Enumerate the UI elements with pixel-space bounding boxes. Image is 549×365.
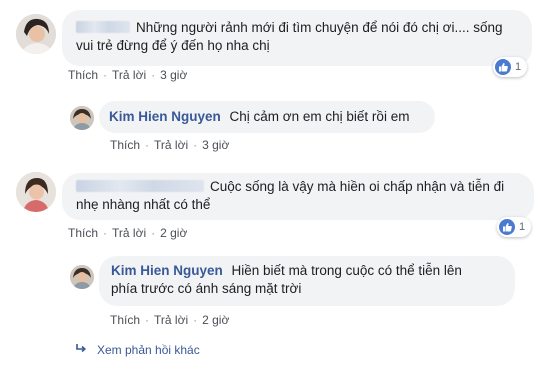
redacted-author-name <box>76 21 130 33</box>
comment-text-line2: vui trẻ đừng để ý đến họ nha chị <box>76 38 270 53</box>
timestamp[interactable]: 2 giờ <box>202 313 229 327</box>
like-link[interactable]: Thích <box>110 313 140 327</box>
like-link[interactable]: Thích <box>68 226 98 240</box>
comment-actions: Thích · Trả lời · 2 giờ <box>68 226 187 240</box>
like-link[interactable]: Thích <box>110 138 140 152</box>
comment-actions: Thích · Trả lời · 3 giờ <box>68 68 187 82</box>
avatar[interactable] <box>16 172 56 212</box>
reply-link[interactable]: Trả lời <box>112 226 146 240</box>
like-link[interactable]: Thích <box>68 68 98 82</box>
separator-dot: · <box>103 68 108 82</box>
reply-bubble: Kim Hien Nguyen Chị cảm ơn em chị biết r… <box>99 101 435 133</box>
reply-text: Chị cảm ơn em chị biết rồi em <box>229 109 410 124</box>
thumbs-up-icon <box>499 219 515 235</box>
reply-link[interactable]: Trả lời <box>154 138 188 152</box>
comment-text-line1: Những người rảnh mới đi tìm chuyện để nó… <box>136 20 503 35</box>
reply-actions: Thích · Trả lời · 3 giờ <box>110 138 229 152</box>
reaction-count-badge[interactable]: 1 <box>493 57 528 77</box>
separator-dot: · <box>145 138 150 152</box>
separator-dot: · <box>145 313 150 327</box>
reply-arrow-icon <box>75 342 87 357</box>
reaction-count: 1 <box>519 221 526 233</box>
reaction-count-badge[interactable]: 1 <box>497 217 532 237</box>
avatar[interactable] <box>70 265 94 289</box>
avatar[interactable] <box>16 14 56 54</box>
more-replies-link[interactable]: Xem phản hồi khác <box>75 342 200 357</box>
comment-text-line2: nhẹ nhàng nhất có thể <box>76 197 211 212</box>
reply-actions: Thích · Trả lời · 2 giờ <box>110 313 229 327</box>
reply-text-line1: Hiền biết mà trong cuộc có thể tiễn lên <box>231 263 462 278</box>
timestamp[interactable]: 3 giờ <box>160 68 187 82</box>
separator-dot: · <box>103 226 108 240</box>
timestamp[interactable]: 2 giờ <box>160 226 187 240</box>
more-replies-label[interactable]: Xem phản hồi khác <box>97 343 200 357</box>
reply-bubble: Kim Hien Nguyen Hiền biết mà trong cuộc … <box>99 256 515 306</box>
reply-text-line2: phía trước có ánh sáng mặt trời <box>111 281 302 296</box>
comment-bubble: Những người rảnh mới đi tìm chuyện để nó… <box>62 10 532 66</box>
comment-text-line1: Cuộc sống là vậy mà hiền oi chấp nhận và… <box>210 179 505 194</box>
author-name[interactable]: Kim Hien Nguyen <box>111 263 223 278</box>
author-name[interactable]: Kim Hien Nguyen <box>109 109 221 124</box>
avatar[interactable] <box>70 106 94 130</box>
reply-link[interactable]: Trả lời <box>112 68 146 82</box>
separator-dot: · <box>193 313 198 327</box>
thumbs-up-icon <box>495 59 511 75</box>
reaction-count: 1 <box>515 61 522 73</box>
separator-dot: · <box>151 68 156 82</box>
separator-dot: · <box>151 226 156 240</box>
timestamp[interactable]: 3 giờ <box>202 138 229 152</box>
redacted-author-name <box>76 180 204 192</box>
reply-link[interactable]: Trả lời <box>154 313 188 327</box>
separator-dot: · <box>193 138 198 152</box>
comment-bubble: Cuộc sống là vậy mà hiền oi chấp nhận và… <box>62 173 534 220</box>
